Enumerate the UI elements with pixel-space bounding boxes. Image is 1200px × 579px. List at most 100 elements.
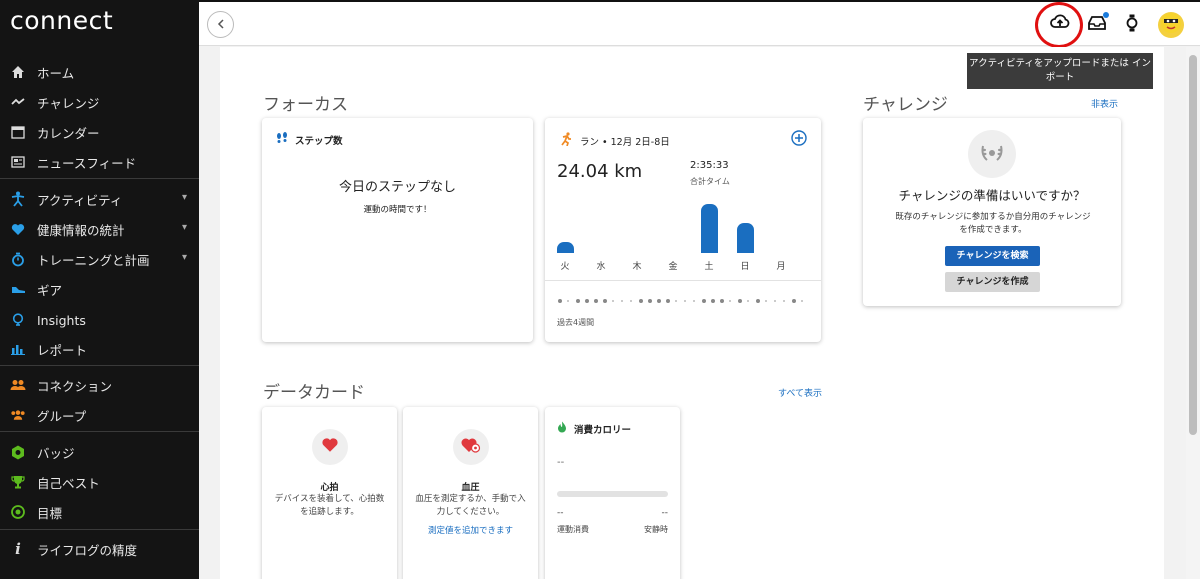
past-weeks-label: 過去4週間 <box>557 318 595 327</box>
activity-day-dot <box>693 300 695 302</box>
calories-card[interactable]: 消費カロリー -- -- -- 運動消費 安静時 <box>545 407 680 579</box>
run-day-label: 土 <box>704 262 714 272</box>
heart-rate-card[interactable]: 心拍 デバイスを装着して、心拍数を追跡します。 <box>262 407 397 579</box>
activity-day-dot <box>576 299 580 303</box>
cloud-upload-icon <box>1050 14 1070 34</box>
shoe-icon <box>10 281 26 297</box>
activity-day-dot <box>603 299 607 303</box>
run-total-time: 2:35:33 <box>690 160 729 171</box>
lightbulb-icon <box>10 312 26 328</box>
sidebar-item-personal-records[interactable]: 自己ベスト <box>0 468 199 496</box>
sidebar-item-insights[interactable]: Insights <box>0 306 199 334</box>
upload-button[interactable] <box>1050 14 1070 34</box>
activity-day-dot <box>801 300 803 302</box>
activity-day-dot <box>711 299 715 303</box>
search-challenge-button[interactable]: チャレンジを検索 <box>945 246 1040 266</box>
sidebar-item-label: グループ <box>37 408 87 424</box>
main-content: フォーカス ステップ数 今日のステップなし 運動の時間です！ ラン • 12月 … <box>220 47 1164 579</box>
sidebar-item-reports[interactable]: レポート <box>0 335 199 363</box>
run-day-label: 月 <box>776 262 786 272</box>
steps-empty-subtitle: 運動の時間です！ <box>363 205 432 215</box>
steps-card-header: ステップ数 <box>276 132 343 147</box>
run-day-bar <box>737 223 754 253</box>
activity-day-dot <box>621 300 623 302</box>
activity-day-dot <box>729 300 731 302</box>
blood-pressure-card[interactable]: 血圧 血圧を測定するか、手動で入力してください。 測定値を追加できます <box>403 407 538 579</box>
active-calories-label: 運動消費 <box>557 525 589 534</box>
sidebar-item-label: 目標 <box>37 505 63 521</box>
sidebar-item-badges[interactable]: バッジ <box>0 438 199 466</box>
run-total-time-label: 合計タイム <box>690 177 730 186</box>
add-button[interactable] <box>791 130 807 150</box>
sidebar-item-label: コネクション <box>37 378 113 394</box>
sidebar-item-home[interactable]: ホーム <box>0 58 199 86</box>
bp-icon-wrap <box>453 429 489 465</box>
sidebar-item-health-stats[interactable]: 健康情報の統計 ▾ <box>0 215 199 243</box>
notification-dot <box>1103 12 1109 18</box>
run-card[interactable]: ラン • 12月 2日-8日 24.04 km 2:35:33 合計タイム 火 水… <box>545 118 821 342</box>
heart-rate-description: デバイスを装着して、心拍数を追跡します。 <box>274 494 385 517</box>
activity-day-dot <box>648 299 652 303</box>
activity-day-dot <box>630 300 632 302</box>
activity-day-dot <box>639 299 643 303</box>
back-button[interactable] <box>207 11 234 38</box>
sidebar-divider <box>0 365 199 366</box>
activity-day-dot <box>666 299 670 303</box>
sidebar-item-goals[interactable]: 目標 <box>0 498 199 526</box>
running-icon <box>559 132 573 149</box>
app-logo[interactable]: connect <box>10 6 113 35</box>
device-button[interactable] <box>1126 14 1138 36</box>
heart-icon-wrap <box>312 429 348 465</box>
sidebar-item-label: ホーム <box>37 65 75 81</box>
run-day-label: 火 <box>560 262 570 272</box>
sidebar-item-label: ライフログの精度 <box>37 542 138 558</box>
chevron-down-icon: ▾ <box>181 192 187 203</box>
info-icon: i <box>15 540 21 558</box>
sidebar-item-challenge[interactable]: チャレンジ <box>0 88 199 116</box>
top-bar <box>199 0 1200 48</box>
run-card-header: ラン • 12月 2日-8日 <box>559 132 670 149</box>
show-all-link[interactable]: すべて表示 <box>778 386 822 399</box>
sidebar-item-newsfeed[interactable]: ニュースフィード <box>0 148 199 176</box>
focus-section-title: フォーカス <box>263 95 348 115</box>
bar-chart-icon <box>10 341 26 357</box>
sidebar-item-label: レポート <box>37 342 88 358</box>
newsfeed-icon <box>10 154 26 170</box>
run-day-bar <box>557 242 574 253</box>
calories-card-header: 消費カロリー <box>557 421 631 436</box>
sidebar-item-calendar[interactable]: カレンダー <box>0 118 199 146</box>
scrollbar-thumb[interactable] <box>1189 55 1197 435</box>
sidebar-item-groups[interactable]: グループ <box>0 401 199 429</box>
sidebar-item-connections[interactable]: コネクション <box>0 371 199 399</box>
sidebar-item-label: チャレンジ <box>37 95 100 111</box>
add-measurement-link[interactable]: 測定値を追加できます <box>403 524 538 536</box>
blood-pressure-description: 血圧を測定するか、手動で入力してください。 <box>415 494 526 517</box>
scrollbar[interactable] <box>1186 47 1200 579</box>
sidebar-item-activities[interactable]: アクティビティ ▾ <box>0 185 199 213</box>
calories-card-title: 消費カロリー <box>574 424 632 436</box>
sidebar-item-training[interactable]: トレーニングと計画 ▾ <box>0 245 199 273</box>
calendar-icon <box>10 124 26 140</box>
steps-card[interactable]: ステップ数 今日のステップなし 運動の時間です！ <box>262 118 533 342</box>
sidebar-item-lifelog-accuracy[interactable]: i ライフログの精度 <box>0 535 199 563</box>
watch-icon <box>1126 14 1138 36</box>
challenge-description: 既存のチャレンジに参加するか自分用のチャレンジを作成できます。 <box>895 212 1091 235</box>
sidebar-item-gear[interactable]: ギア <box>0 275 199 303</box>
sidebar-item-label: 自己ベスト <box>37 475 100 491</box>
blood-pressure-title: 血圧 <box>461 483 480 493</box>
avatar[interactable] <box>1158 12 1184 38</box>
run-day-label: 木 <box>632 262 642 272</box>
connections-icon <box>10 377 26 393</box>
sidebar-divider <box>0 178 199 179</box>
stopwatch-icon <box>10 251 26 267</box>
avatar-face-icon <box>1160 12 1182 38</box>
activity-day-dot <box>684 300 686 302</box>
laurel-icon-wrap <box>968 130 1016 178</box>
hide-challenge-link[interactable]: 非表示 <box>1091 97 1118 110</box>
sidebar-item-label: 健康情報の統計 <box>37 222 125 238</box>
footsteps-icon <box>276 132 288 147</box>
rest-calories-value: -- <box>661 508 669 518</box>
sidebar-divider <box>0 529 199 530</box>
create-challenge-button[interactable]: チャレンジを作成 <box>945 272 1040 292</box>
inbox-button[interactable] <box>1088 15 1106 34</box>
